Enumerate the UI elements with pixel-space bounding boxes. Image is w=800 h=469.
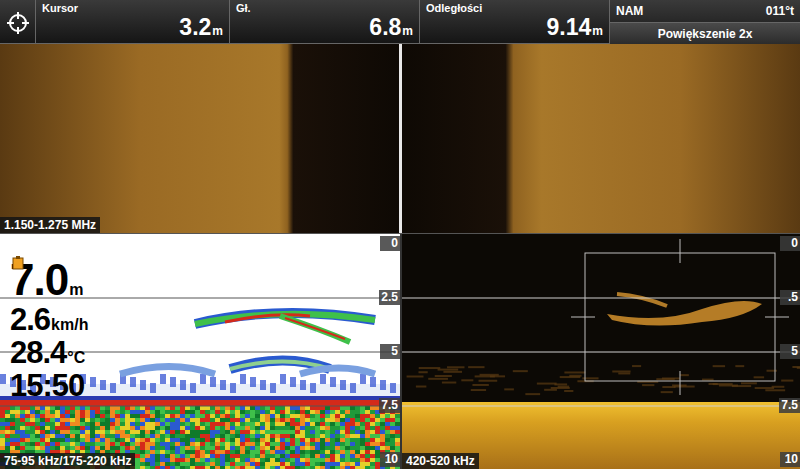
depth-scale-label: 5 [380,344,400,359]
cursor-cell[interactable] [0,0,36,45]
depth-scale-label: 0 [780,236,800,251]
data-field: Kursor3.2m [36,0,230,45]
heading-field: NAM011°tPowiększenie 2x [610,0,800,45]
crosshair-icon [6,11,30,35]
readout: 2.6km/h [10,304,88,335]
depth-scale-label: 0 [380,236,400,251]
frequency-label: 75-95 kHz/175-220 kHz [0,453,135,469]
data-field: Odległości9.14m [420,0,610,45]
zoom-label: Powiększenie 2x [610,22,800,45]
down-imaging-panel: 0 .5 5 7.5 10 420-520 kHz [402,234,800,469]
readouts: 7.0m2.6km/h28.4°C15:50 [10,258,88,401]
depth-scale-label: 10 [380,452,400,467]
waypoint-icon [12,256,24,270]
down-imaging-chart [402,234,800,469]
depth-scale-label: .5 [780,290,800,305]
readout: 15:50 [10,370,88,401]
depth-scale-label: 5 [780,344,800,359]
status-bar: Kursor3.2mGł.6.8mOdległości9.14mNAM011°t… [0,0,800,44]
depth-scale-label: 7.5 [779,398,800,413]
side-imaging-right [402,44,800,233]
data-field: Gł.6.8m [230,0,420,45]
frequency-label: 420-520 kHz [402,453,479,469]
depth-scale-label: 10 [780,452,800,467]
frequency-label: 1.150-1.275 MHz [0,217,100,233]
readout: 28.4°C [10,337,88,368]
sonar-2d-panel: 7.0m2.6km/h28.4°C15:50 0 2.5 5 7.5 10 75-95 kH… [0,234,400,469]
depth-scale-label: 7.5 [379,398,400,413]
side-imaging-panel: 1.150-1.275 MHz [0,44,800,233]
side-imaging-left [0,44,399,233]
fishfinder-screen: Kursor3.2mGł.6.8mOdległości9.14mNAM011°t… [0,0,800,469]
depth-scale-label: 2.5 [379,290,400,305]
